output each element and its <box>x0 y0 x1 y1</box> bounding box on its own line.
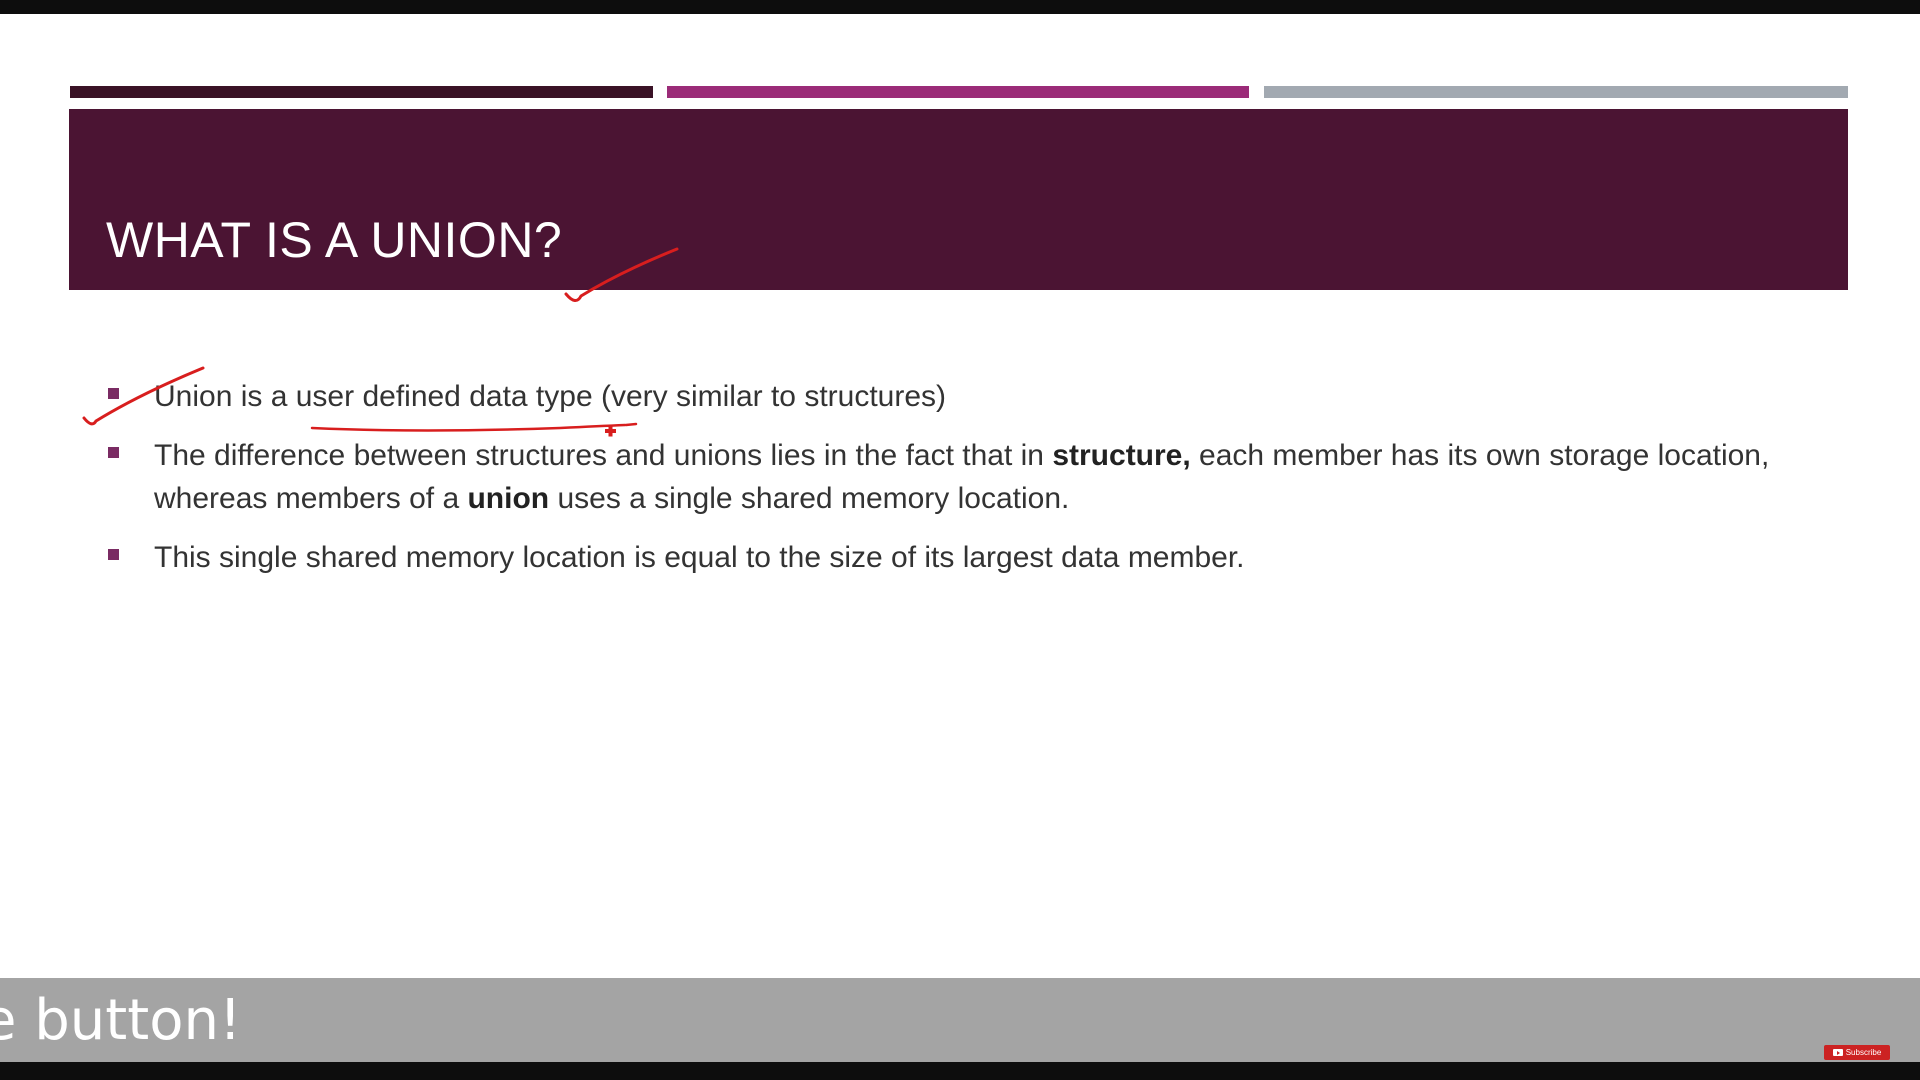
bullet-text: The difference between structures and un… <box>154 434 1808 520</box>
bullet-segment: uses a single shared memory location. <box>549 482 1070 515</box>
caption-text: e button! <box>0 988 242 1053</box>
bullet-list: Union is a user defined data type (very … <box>108 375 1808 595</box>
subscribe-label: Subscribe <box>1845 1048 1882 1057</box>
youtube-play-icon <box>1832 1049 1843 1057</box>
square-bullet-icon <box>108 388 119 399</box>
title-band: WHAT IS A UNION? <box>69 109 1848 290</box>
square-bullet-icon <box>108 447 119 458</box>
square-bullet-icon <box>108 549 119 560</box>
bullet-segment: The difference between structures and un… <box>154 439 1053 472</box>
subscribe-button[interactable]: Subscribe <box>1824 1045 1890 1060</box>
bullet-text: Union is a user defined data type (very … <box>154 375 1808 418</box>
bullet-item: Union is a user defined data type (very … <box>108 375 1808 418</box>
bullet-text: This single shared memory location is eq… <box>154 536 1808 579</box>
bullet-segment: Union is a <box>154 380 296 413</box>
bullet-segment: (very similar to structures) <box>592 380 947 413</box>
caption-overlay-bar: e button! <box>0 978 1920 1062</box>
presentation-screen: WHAT IS A UNION? Union is a user defined… <box>0 14 1920 1062</box>
bullet-bold-segment: union <box>467 482 550 515</box>
bullet-item: This single shared memory location is eq… <box>108 536 1808 579</box>
accent-bar-magenta <box>667 86 1249 98</box>
bullet-segment: user defined data type <box>295 380 593 413</box>
bullet-segment: This single shared memory location is eq… <box>154 541 1245 574</box>
accent-bar-gray <box>1264 86 1848 98</box>
accent-bar-dark <box>70 86 653 98</box>
bullet-bold-segment: structure, <box>1052 439 1191 472</box>
slide-title: WHAT IS A UNION? <box>106 212 563 268</box>
bullet-item: The difference between structures and un… <box>108 434 1808 520</box>
